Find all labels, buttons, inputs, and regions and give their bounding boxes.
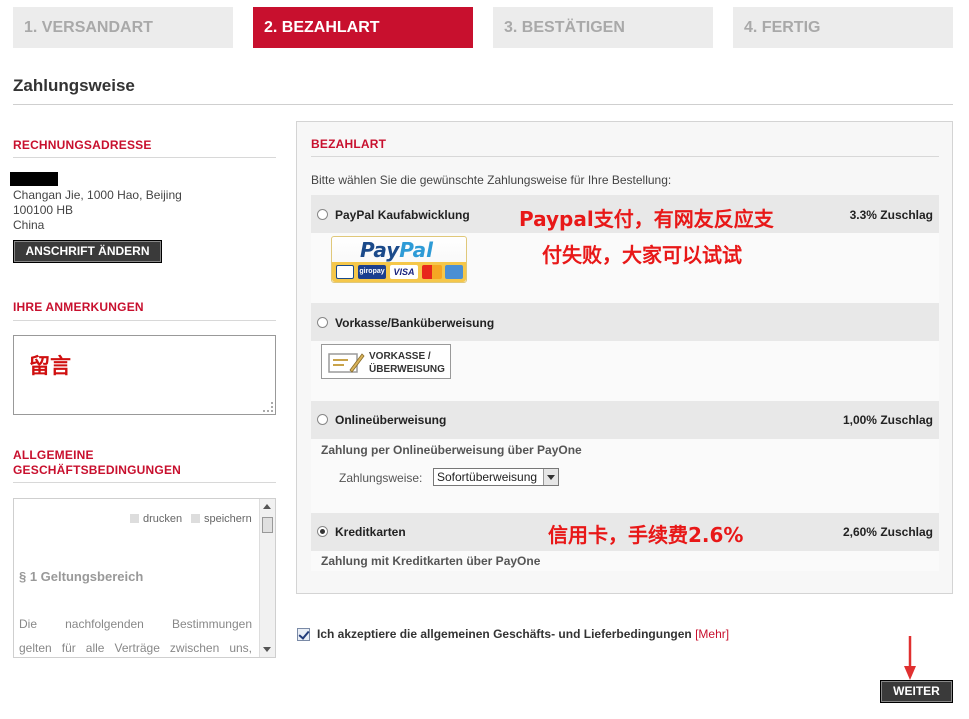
billing-address-divider xyxy=(13,157,276,158)
creditcard-fee: 2,60% Zuschlag xyxy=(842,525,933,539)
terms-heading-line1: ALLGEMEINE xyxy=(13,448,94,462)
vorkasse-details: VORKASSE / ÜBERWEISUNG xyxy=(311,341,939,401)
ec-card-icon xyxy=(336,265,354,279)
title-divider xyxy=(13,104,953,105)
print-icon xyxy=(130,514,139,523)
address-line-zip: 100100 HB xyxy=(13,203,74,217)
payment-option-vorkasse[interactable]: Vorkasse/Banküberweisung xyxy=(311,303,939,341)
creditcard-details: Zahlung mit Kreditkarten über PayOne xyxy=(311,551,939,571)
creditcard-label[interactable]: Kreditkarten xyxy=(335,525,406,539)
address-line-street: Changan Jie, 1000 Hao, Beijing xyxy=(13,188,182,202)
paypal-card-strip: giropay VISA xyxy=(332,262,466,282)
bank-transfer-icon xyxy=(328,353,365,373)
terms-print-link[interactable]: drucken xyxy=(130,513,182,525)
online-label[interactable]: Onlineüberweisung xyxy=(335,413,446,427)
notes-value: 留言 xyxy=(29,354,71,378)
terms-text-line2: gelten für alle Verträge zwischen uns, xyxy=(19,641,252,655)
vorkasse-label[interactable]: Vorkasse/Banküberweisung xyxy=(335,316,494,330)
paypal-radio[interactable] xyxy=(317,209,328,220)
change-address-button[interactable]: ANSCHRIFT ÄNDERN xyxy=(13,240,162,263)
paypal-label[interactable]: PayPal Kaufabwicklung xyxy=(335,208,470,222)
payment-option-online[interactable]: Onlineüberweisung 1,00% Zuschlag xyxy=(311,401,939,439)
payment-divider xyxy=(311,156,939,157)
payment-intro: Bitte wählen Sie die gewünschte Zahlungs… xyxy=(311,173,672,187)
vorkasse-logo-text: VORKASSE / ÜBERWEISUNG xyxy=(369,351,445,375)
vorkasse-radio[interactable] xyxy=(317,317,328,328)
terms-text-line1: Die nachfolgenden Bestimmungen xyxy=(19,617,252,631)
step-fertig[interactable]: 4. FERTIG xyxy=(733,7,953,48)
online-method-label: Zahlungsweise: xyxy=(339,471,423,485)
online-method-value: Sofortüberweisung xyxy=(437,470,538,484)
paypal-logo: PayPal giropay VISA xyxy=(331,236,467,283)
page-title: Zahlungsweise xyxy=(13,76,135,95)
agree-checkbox[interactable] xyxy=(297,628,310,641)
address-line-country: China xyxy=(13,218,45,232)
giropay-icon: giropay xyxy=(358,265,386,279)
down-arrow-icon xyxy=(904,636,916,680)
agree-text[interactable]: Ich akzeptiere die allgemeinen Geschäfts… xyxy=(317,627,729,641)
paypal-fee: 3.3% Zuschlag xyxy=(849,208,933,222)
mastercard-icon xyxy=(422,265,442,279)
step-versandart[interactable]: 1. VERSANDART xyxy=(13,7,233,48)
online-description: Zahlung per Onlineüberweisung über PayOn… xyxy=(321,443,582,457)
billing-address-heading: RECHNUNGSADRESSE xyxy=(13,138,152,152)
step-bezahlart[interactable]: 2. BEZAHLART xyxy=(253,7,473,48)
online-fee: 1,00% Zuschlag xyxy=(842,413,933,427)
terms-section-title: § 1 Geltungsbereich xyxy=(19,569,144,584)
online-radio[interactable] xyxy=(317,414,328,425)
annotation-creditcard: 信用卡，手续费2.6% xyxy=(548,523,744,547)
agree-more-link[interactable]: [Mehr] xyxy=(695,627,729,641)
paypal-wordmark: PayPal xyxy=(360,238,434,262)
notes-heading: IHRE ANMERKUNGEN xyxy=(13,300,144,314)
notes-divider xyxy=(13,320,276,321)
payment-heading: BEZAHLART xyxy=(311,137,387,151)
resize-grip-icon[interactable] xyxy=(263,402,273,412)
terms-divider xyxy=(13,482,276,483)
creditcard-description: Zahlung mit Kreditkarten über PayOne xyxy=(321,554,541,568)
creditcard-radio[interactable] xyxy=(317,526,328,537)
amex-icon xyxy=(445,265,463,279)
scroll-up-icon[interactable] xyxy=(263,504,271,509)
terms-heading-line2: GESCHÄFTSBEDINGUNGEN xyxy=(13,463,182,477)
save-icon xyxy=(191,514,200,523)
chevron-down-icon[interactable] xyxy=(543,469,558,485)
terms-scroll-box[interactable]: drucken speichern § 1 Geltungsbereich Di… xyxy=(13,498,276,658)
online-details: Zahlung per Onlineüberweisung über PayOn… xyxy=(311,439,939,515)
scroll-down-icon[interactable] xyxy=(263,647,271,652)
annotation-paypal-line1: Paypal支付，有网友反应支 xyxy=(519,207,774,231)
scrollbar-thumb[interactable] xyxy=(262,517,273,533)
visa-icon: VISA xyxy=(390,265,418,279)
terms-save-link[interactable]: speichern xyxy=(191,513,252,525)
terms-scrollbar[interactable] xyxy=(259,499,275,657)
notes-textarea[interactable]: 留言 xyxy=(13,335,276,415)
agree-label: Ich akzeptiere die allgemeinen Geschäfts… xyxy=(317,627,692,641)
redacted-name xyxy=(10,172,58,186)
annotation-paypal-line2: 付失败，大家可以试试 xyxy=(542,243,742,267)
next-button[interactable]: WEITER xyxy=(880,680,953,703)
step-bestaetigen[interactable]: 3. BESTÄTIGEN xyxy=(493,7,713,48)
online-method-select[interactable]: Sofortüberweisung xyxy=(433,468,559,486)
vorkasse-logo: VORKASSE / ÜBERWEISUNG xyxy=(321,344,451,379)
